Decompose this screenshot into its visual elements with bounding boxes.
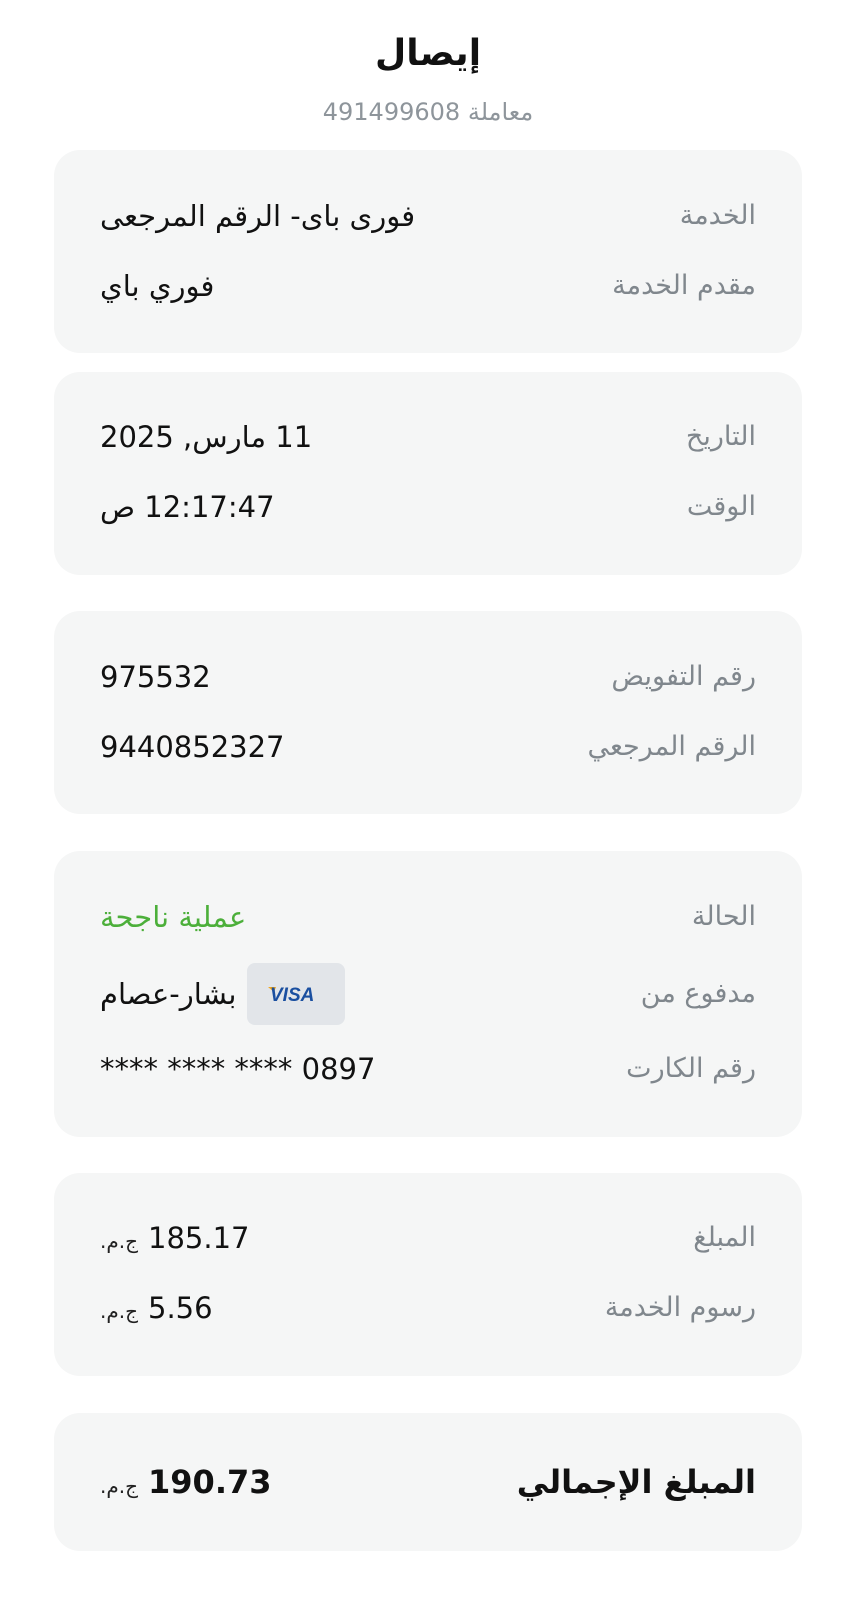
amount-row: المبلغ ج.م. 185.17 xyxy=(54,1214,802,1262)
service-row: الخدمة فورى باى- الرقم المرجعى xyxy=(54,192,802,240)
auth-row: رقم التفويض 975532 xyxy=(54,653,802,701)
receipt-title: إيصال xyxy=(374,33,482,74)
total-value: 190.73 xyxy=(148,1463,272,1501)
amount-value: 185.17 xyxy=(148,1221,250,1255)
status-value: عملية ناجحة xyxy=(100,900,247,934)
time-value: 12:17:47 ص xyxy=(100,490,275,524)
provider-label: مقدم الخدمة xyxy=(612,270,756,301)
transaction-number: 491499608 xyxy=(322,98,461,126)
paid-from-row: مدفوع من VISA بشار-عصام xyxy=(54,962,802,1026)
auth-value: 975532 xyxy=(100,660,211,694)
total-card: المبلغ الإجمالي ج.م. 190.73 xyxy=(54,1413,802,1551)
fee-label: رسوم الخدمة xyxy=(604,1292,756,1323)
service-label: الخدمة xyxy=(679,200,756,231)
paid-from-label: مدفوع من xyxy=(640,978,756,1009)
payment-source: VISA بشار-عصام xyxy=(100,962,345,1026)
payment-card: الحالة عملية ناجحة مدفوع من VISA بشار-عص… xyxy=(54,851,802,1137)
total-currency: ج.م. xyxy=(100,1474,139,1498)
reference-row: الرقم المرجعي 9440852327 xyxy=(54,723,802,771)
card-number-label: رقم الكارت xyxy=(626,1053,756,1084)
provider-value: فوري باي xyxy=(100,269,215,303)
fee-currency: ج.م. xyxy=(100,1299,139,1323)
fee-value: 5.56 xyxy=(148,1291,213,1325)
datetime-card: التاريخ 11 مارس, 2025 الوقت 12:17:47 ص xyxy=(54,372,802,575)
transaction-label: معاملة xyxy=(467,98,534,126)
amounts-card: المبلغ ج.م. 185.17 رسوم الخدمة ج.م. 5.56 xyxy=(54,1173,802,1376)
visa-card-icon: VISA xyxy=(246,963,345,1025)
amount-label: المبلغ xyxy=(693,1222,756,1253)
reference-card: رقم التفويض 975532 الرقم المرجعي 9440852… xyxy=(54,611,802,814)
card-number-row: رقم الكارت **** **** **** 0897 xyxy=(54,1045,802,1093)
reference-value: 9440852327 xyxy=(100,730,285,764)
provider-row: مقدم الخدمة فوري باي xyxy=(54,262,802,310)
auth-label: رقم التفويض xyxy=(611,661,756,692)
total-row: المبلغ الإجمالي ج.م. 190.73 xyxy=(54,1452,802,1512)
service-value: فورى باى- الرقم المرجعى xyxy=(100,199,416,233)
status-row: الحالة عملية ناجحة xyxy=(54,893,802,941)
transaction-subtitle: معاملة 491499608 xyxy=(0,92,856,132)
time-label: الوقت xyxy=(686,491,756,522)
amount-value-group: ج.م. 185.17 xyxy=(100,1214,250,1262)
total-value-group: ج.م. 190.73 xyxy=(100,1452,272,1512)
fee-value-group: ج.م. 5.56 xyxy=(100,1284,213,1332)
amount-currency: ج.م. xyxy=(100,1229,139,1253)
visa-logo-icon: VISA xyxy=(267,985,314,1005)
date-row: التاريخ 11 مارس, 2025 xyxy=(54,413,802,461)
payer-name: بشار-عصام xyxy=(100,977,237,1011)
total-label: المبلغ الإجمالي xyxy=(516,1463,756,1501)
card-number-value: **** **** **** 0897 xyxy=(100,1052,376,1086)
time-row: الوقت 12:17:47 ص xyxy=(54,483,802,531)
date-label: التاريخ xyxy=(685,421,756,452)
date-value: 11 مارس, 2025 xyxy=(100,420,313,454)
reference-label: الرقم المرجعي xyxy=(587,731,756,762)
status-label: الحالة xyxy=(691,901,756,932)
service-card: الخدمة فورى باى- الرقم المرجعى مقدم الخد… xyxy=(54,150,802,353)
card-brand-text: VISA xyxy=(270,985,314,1005)
fee-row: رسوم الخدمة ج.م. 5.56 xyxy=(54,1284,802,1332)
